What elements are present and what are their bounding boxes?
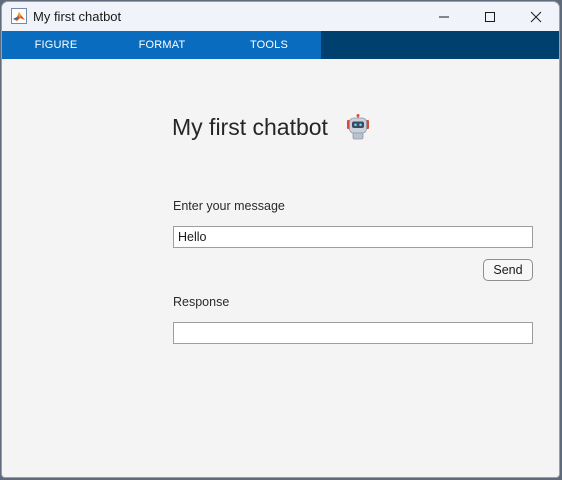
toolstrip-tabs: FIGURE FORMAT TOOLS (2, 31, 559, 59)
minimize-icon (439, 16, 449, 18)
tab-format[interactable]: FORMAT (126, 31, 198, 59)
robot-icon (344, 114, 372, 140)
title-bar[interactable]: My first chatbot (2, 2, 559, 31)
page-title: My first chatbot (172, 114, 328, 140)
tab-tools[interactable]: TOOLS (233, 31, 305, 59)
app-window: My first chatbot FIGURE FORMAT TOOLS My … (1, 1, 560, 478)
tab-figure[interactable]: FIGURE (20, 31, 92, 59)
maximize-icon (485, 12, 495, 22)
maximize-button[interactable] (467, 2, 513, 31)
close-icon (530, 11, 542, 23)
close-button[interactable] (513, 2, 559, 31)
response-field[interactable] (173, 322, 533, 344)
minimize-button[interactable] (421, 2, 467, 31)
message-label: Enter your message (173, 199, 285, 213)
window-title: My first chatbot (33, 9, 122, 24)
matlab-icon (11, 8, 27, 24)
send-button[interactable]: Send (483, 259, 533, 281)
response-label: Response (173, 295, 230, 309)
figure-canvas: My first chatbot Enter your message Send… (2, 59, 559, 477)
message-input[interactable] (173, 226, 533, 248)
